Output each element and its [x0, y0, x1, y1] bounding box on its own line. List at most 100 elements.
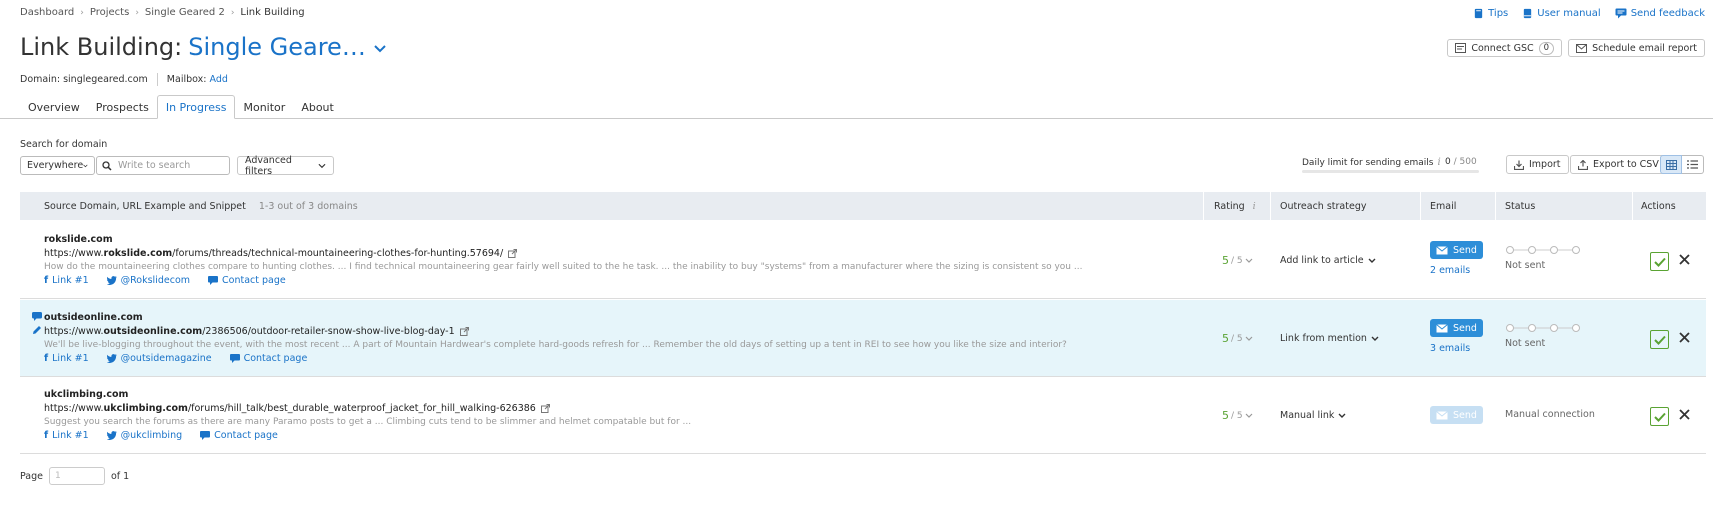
facebook-icon: f	[44, 353, 49, 364]
mailbox-add-link[interactable]: Add	[210, 74, 228, 85]
connect-gsc-button[interactable]: Connect GSC 0	[1447, 39, 1563, 57]
close-icon[interactable]	[1678, 253, 1691, 266]
search-scope-select[interactable]: Everywhere	[20, 156, 95, 175]
external-link-icon[interactable]	[459, 327, 469, 336]
twitter-link[interactable]: @Rokslidecom	[106, 275, 190, 286]
send-button[interactable]: Send	[1430, 319, 1483, 337]
info-icon[interactable]: i	[1437, 157, 1440, 168]
info-icon[interactable]: i	[1253, 201, 1256, 212]
breadcrumb-dashboard[interactable]: Dashboard	[20, 7, 74, 18]
search-input[interactable]	[118, 160, 223, 171]
chevron-down-icon	[1371, 336, 1379, 341]
header-status: Status	[1505, 200, 1536, 212]
rating-selector[interactable]: 5 / 5	[1222, 254, 1253, 267]
gsc-icon	[1455, 43, 1467, 53]
domain-info: Domain: singlegeared.com	[20, 74, 148, 85]
daily-used: 0	[1445, 157, 1451, 167]
list-view-button[interactable]	[1682, 155, 1704, 174]
send-button[interactable]: Send	[1430, 241, 1483, 259]
chevron-down-icon[interactable]	[374, 44, 386, 53]
strategy-selector[interactable]: Add link to article	[1280, 255, 1376, 266]
list-icon	[1687, 160, 1698, 169]
strategy-selector[interactable]: Manual link	[1280, 410, 1346, 421]
facebook-icon: f	[44, 275, 49, 286]
rating-selector[interactable]: 5 / 5	[1222, 332, 1253, 345]
tab-in-progress[interactable]: In Progress	[156, 95, 236, 119]
row-url[interactable]: https://www.rokslide.com/forums/threads/…	[44, 248, 518, 259]
row-url-text: https://www.rokslide.com/forums/threads/…	[44, 248, 504, 259]
search-label: Search for domain	[20, 139, 108, 150]
user-manual-link[interactable]: User manual	[1522, 8, 1601, 19]
send-feedback-label: Send feedback	[1630, 8, 1705, 19]
row-links: f Link #1 @ukclimbing Contact page	[44, 430, 278, 441]
project-selector[interactable]: Single Geare…	[188, 33, 366, 61]
close-icon[interactable]	[1678, 331, 1691, 344]
chevron-down-icon	[1368, 258, 1376, 263]
advanced-filters-label: Advanced filters	[245, 154, 292, 177]
row-url[interactable]: https://www.outsideonline.com/2386506/ou…	[44, 326, 469, 337]
table-icon	[1665, 159, 1677, 170]
send-label: Send	[1453, 322, 1477, 334]
tab-prospects[interactable]: Prospects	[88, 95, 157, 119]
contact-page-link[interactable]: Contact page	[208, 275, 286, 286]
external-link-icon[interactable]	[540, 404, 550, 413]
header-rating[interactable]: Rating i	[1214, 192, 1256, 220]
check-icon	[1653, 412, 1666, 422]
approve-button[interactable]	[1650, 330, 1669, 349]
advanced-filters-button[interactable]: Advanced filters	[237, 154, 334, 177]
twitter-link[interactable]: @ukclimbing	[106, 430, 182, 441]
column-divider	[1420, 192, 1421, 220]
check-icon	[1653, 257, 1666, 267]
header-strategy: Outreach strategy	[1280, 200, 1367, 212]
twitter-link[interactable]: @outsidemagazine	[106, 353, 212, 364]
progress-steps	[1506, 324, 1580, 332]
export-csv-button[interactable]: Export to CSV	[1570, 155, 1667, 174]
table-row: rokslide.com https://www.rokslide.com/fo…	[20, 222, 1706, 299]
tab-overview[interactable]: Overview	[20, 95, 88, 119]
page-total: of 1	[111, 470, 130, 482]
tips-link[interactable]: Tips	[1473, 8, 1508, 19]
facebook-link[interactable]: f Link #1	[44, 430, 89, 441]
contact-page-link[interactable]: Contact page	[200, 430, 278, 441]
strategy-selector[interactable]: Link from mention	[1280, 333, 1379, 344]
tabs-divider	[0, 118, 1713, 119]
row-url[interactable]: https://www.ukclimbing.com/forums/hill_t…	[44, 403, 550, 414]
comment-icon[interactable]	[32, 312, 42, 321]
header-email: Email	[1430, 200, 1457, 212]
emails-link[interactable]: 3 emails	[1430, 343, 1470, 354]
page-input[interactable]	[49, 467, 105, 485]
send-button[interactable]: Send	[1430, 406, 1483, 424]
facebook-link[interactable]: f Link #1	[44, 353, 89, 364]
send-feedback-link[interactable]: Send feedback	[1615, 8, 1705, 19]
schedule-email-report-button[interactable]: Schedule email report	[1568, 39, 1705, 57]
breadcrumb-project[interactable]: Single Geared 2	[145, 7, 225, 18]
facebook-link[interactable]: f Link #1	[44, 275, 89, 286]
mail-icon	[1436, 410, 1448, 419]
top-links: Tips User manual Send feedback	[1473, 8, 1705, 19]
close-icon[interactable]	[1678, 408, 1691, 421]
external-link-icon[interactable]	[508, 249, 518, 258]
daily-limit-progress	[1302, 170, 1479, 173]
tab-monitor[interactable]: Monitor	[235, 95, 293, 119]
chevron-down-icon	[1245, 258, 1253, 263]
daily-limit-count: 0 / 500	[1445, 157, 1477, 167]
rating-value: 5	[1222, 254, 1229, 267]
tab-about[interactable]: About	[293, 95, 342, 119]
contact-page-link[interactable]: Contact page	[229, 353, 307, 364]
feedback-icon	[1615, 8, 1627, 19]
table-row: ukclimbing.com https://www.ukclimbing.co…	[20, 377, 1706, 454]
strategy-value: Manual link	[1280, 410, 1335, 421]
chat-icon	[200, 431, 211, 440]
import-button[interactable]: Import	[1506, 155, 1569, 174]
breadcrumb-projects[interactable]: Projects	[90, 7, 129, 18]
twitter-icon	[106, 276, 117, 285]
rating-selector[interactable]: 5 / 5	[1222, 409, 1253, 422]
column-divider	[1203, 192, 1204, 220]
emails-link[interactable]: 2 emails	[1430, 265, 1470, 276]
approve-button[interactable]	[1650, 407, 1669, 426]
approve-button[interactable]	[1650, 252, 1669, 271]
chevron-down-icon	[1245, 413, 1253, 418]
daily-total: 500	[1459, 157, 1477, 167]
grid-view-button[interactable]	[1660, 155, 1682, 174]
edit-icon[interactable]	[32, 325, 42, 335]
